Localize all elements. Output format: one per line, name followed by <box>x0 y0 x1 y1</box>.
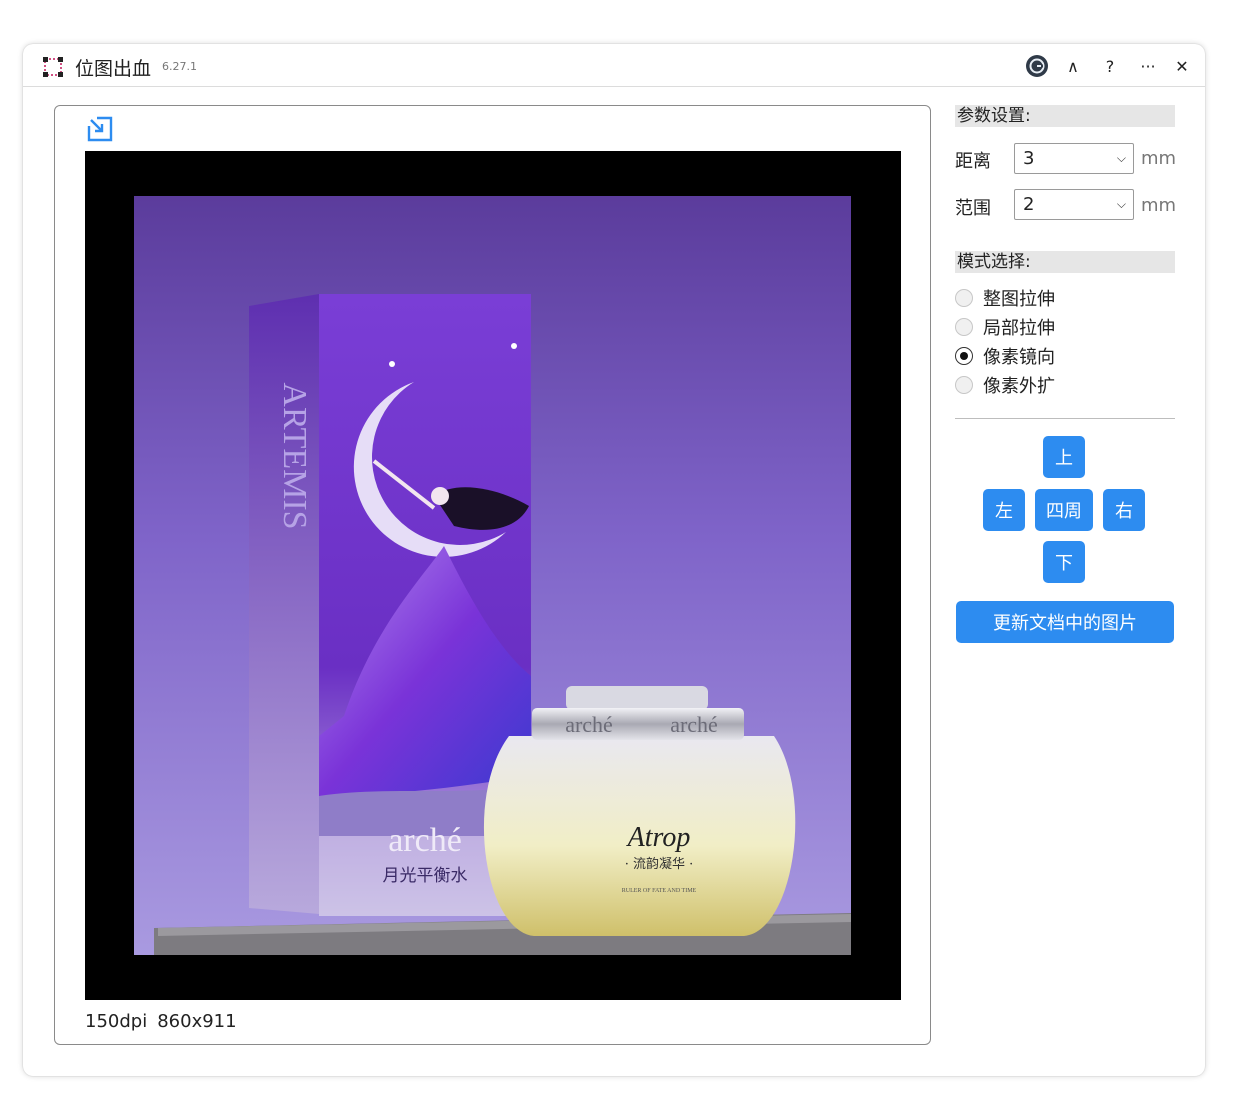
distance-value: 3 <box>1023 148 1035 169</box>
radio-icon <box>955 318 973 336</box>
mode-option-label: 像素镜向 <box>983 347 1055 368</box>
cap-brand-text-right: arché <box>670 712 718 737</box>
mode-option-stretch-whole[interactable]: 整图拉伸 <box>955 286 1055 310</box>
range-select[interactable]: 2 ⌵ <box>1014 189 1134 220</box>
mode-option-label: 整图拉伸 <box>983 289 1055 310</box>
user-avatar-icon[interactable] <box>1023 52 1051 80</box>
preview-panel: arché 月光平衡水 ARTEMIS arché arché Atrop · … <box>54 105 931 1045</box>
bleed-down-button[interactable]: 下 <box>1043 541 1085 583</box>
close-button[interactable]: ✕ <box>1170 52 1194 80</box>
params-header: 参数设置: <box>955 105 1175 127</box>
mode-header: 模式选择: <box>955 251 1175 273</box>
chevron-down-icon: ⌵ <box>1116 197 1126 211</box>
mode-option-pixel-expand[interactable]: 像素外扩 <box>955 373 1055 397</box>
jar-title-text: Atrop <box>626 822 691 853</box>
app-version: 6.27.1 <box>162 60 197 73</box>
chevron-down-icon: ⌵ <box>1116 151 1126 165</box>
app-title: 位图出血 <box>75 58 152 80</box>
bleed-around-button[interactable]: 四周 <box>1035 489 1093 531</box>
range-label: 范围 <box>955 198 991 219</box>
bleed-frame-icon <box>43 57 63 77</box>
import-icon[interactable] <box>85 114 115 144</box>
distance-label: 距离 <box>955 151 991 172</box>
box-side-text: ARTEMIS <box>276 382 313 529</box>
image-dpi: 150dpi <box>85 1011 148 1032</box>
bleed-left-button[interactable]: 左 <box>983 489 1025 531</box>
plugin-window: 位图出血 6.27.1 ∧ ? ··· ✕ arché 月光平衡水 ARTEMI… <box>23 44 1205 1076</box>
mode-option-pixel-mirror[interactable]: 像素镜向 <box>955 344 1055 368</box>
bleed-right-button[interactable]: 右 <box>1103 489 1145 531</box>
update-document-image-button[interactable]: 更新文档中的图片 <box>956 601 1174 643</box>
mode-option-stretch-partial[interactable]: 局部拉伸 <box>955 315 1055 339</box>
radio-icon <box>955 376 973 394</box>
box-brand-text: arché <box>388 822 462 859</box>
box-title-text: 月光平衡水 <box>383 866 468 886</box>
help-button[interactable]: ? <box>1098 52 1122 80</box>
title-bar: 位图出血 6.27.1 ∧ ? ··· ✕ <box>23 44 1205 87</box>
radio-icon <box>955 289 973 307</box>
image-size: 860x911 <box>157 1011 237 1032</box>
divider <box>955 418 1175 419</box>
bleed-canvas: arché 月光平衡水 ARTEMIS arché arché Atrop · … <box>85 151 901 1000</box>
mode-option-label: 局部拉伸 <box>983 318 1055 339</box>
radio-checked-icon <box>955 347 973 365</box>
more-button[interactable]: ··· <box>1136 52 1160 80</box>
distance-unit: mm <box>1141 148 1177 169</box>
collapse-button[interactable]: ∧ <box>1061 52 1085 80</box>
mode-option-label: 像素外扩 <box>983 376 1055 397</box>
cap-brand-text-left: arché <box>565 712 613 737</box>
bleed-up-button[interactable]: 上 <box>1043 436 1085 478</box>
image-info: 150dpi 860x911 <box>85 1011 237 1032</box>
jar-small-text: RULER OF FATE AND TIME <box>622 888 697 894</box>
jar-subtitle-text: · 流韵凝华 · <box>625 856 694 872</box>
range-unit: mm <box>1141 195 1177 216</box>
distance-select[interactable]: 3 ⌵ <box>1014 143 1134 174</box>
preview-photo: arché 月光平衡水 ARTEMIS arché arché Atrop · … <box>134 196 851 955</box>
range-value: 2 <box>1023 194 1035 215</box>
